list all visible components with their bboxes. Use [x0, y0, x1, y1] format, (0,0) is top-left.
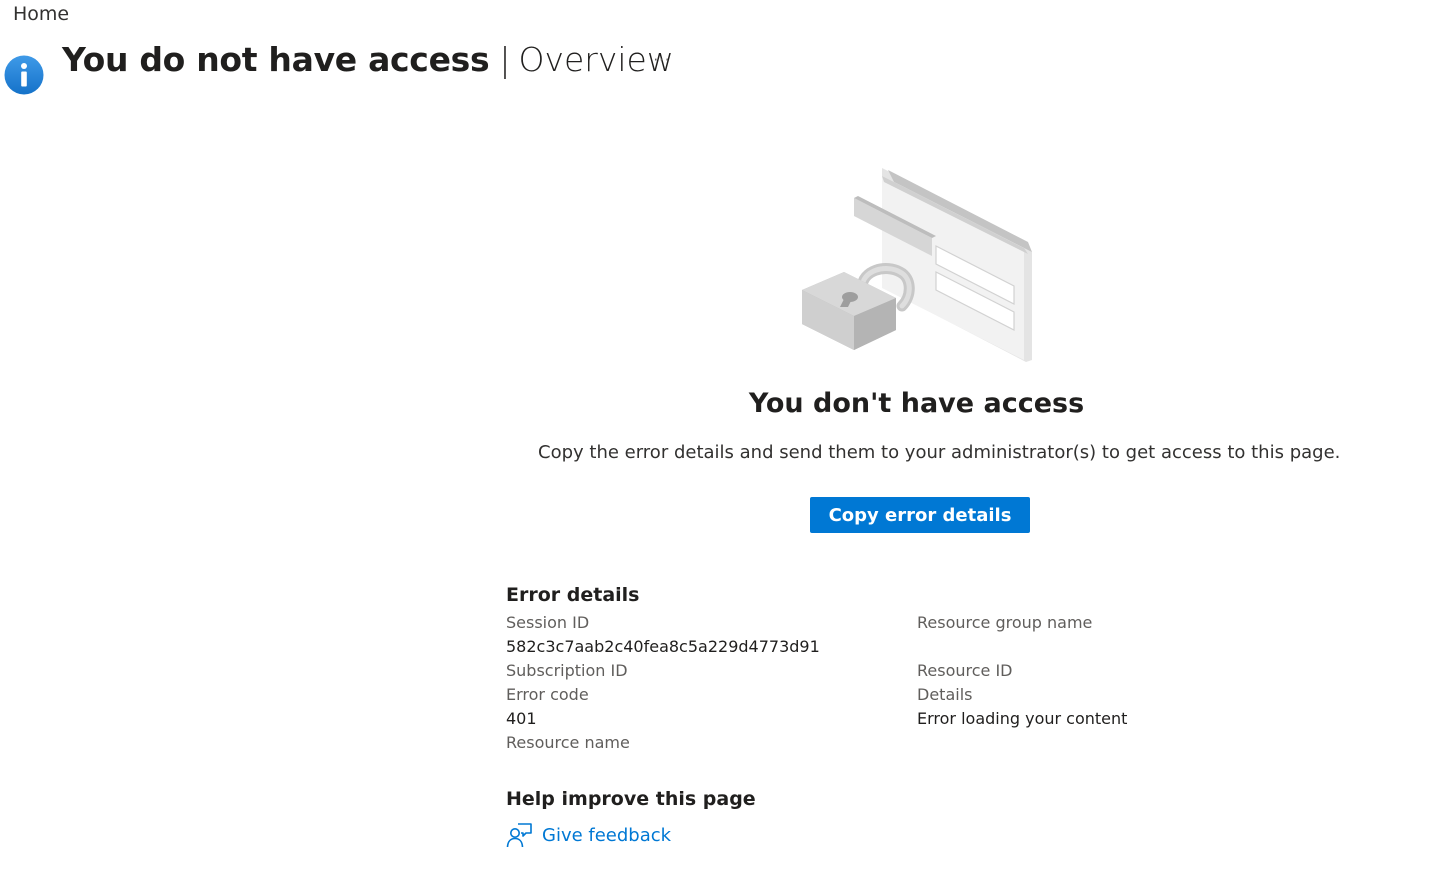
title-main: You do not have access [62, 40, 490, 79]
page: Home You do not have access | Overview ·… [0, 0, 1447, 870]
error-code-label: Error code [506, 685, 589, 704]
give-feedback-label: Give feedback [542, 824, 672, 846]
resource-id-label: Resource ID [917, 661, 1013, 680]
error-details-title: Error details [506, 584, 640, 606]
more-icon[interactable]: ··· [648, 50, 676, 74]
give-feedback-link[interactable]: Give feedback [506, 822, 671, 848]
resource-group-name-label: Resource group name [917, 613, 1093, 632]
help-improve-title: Help improve this page [506, 788, 756, 810]
lock-card-illustration [802, 168, 1032, 362]
details-value: Error loading your content [917, 709, 1128, 728]
details-label: Details [917, 685, 973, 704]
empty-state-message: Copy the error details and send them to … [538, 442, 1341, 463]
page-title: You do not have access | Overview [62, 40, 674, 79]
resource-name-label: Resource name [506, 733, 630, 752]
error-code-value: 401 [506, 709, 537, 728]
empty-state-heading-text: You don't have access [748, 388, 1085, 419]
subscription-id-label: Subscription ID [506, 661, 628, 680]
feedback-icon [506, 823, 532, 848]
title-separator: | [499, 40, 511, 79]
copy-error-details-button[interactable]: Copy error details [810, 497, 1030, 533]
empty-state-heading: You don't have access [0, 388, 1447, 419]
breadcrumb-home[interactable]: Home [13, 2, 69, 26]
info-icon [4, 55, 44, 95]
session-id-value: 582c3c7aab2c40fea8c5a229d4773d91 [506, 637, 820, 656]
session-id-label: Session ID [506, 613, 590, 632]
